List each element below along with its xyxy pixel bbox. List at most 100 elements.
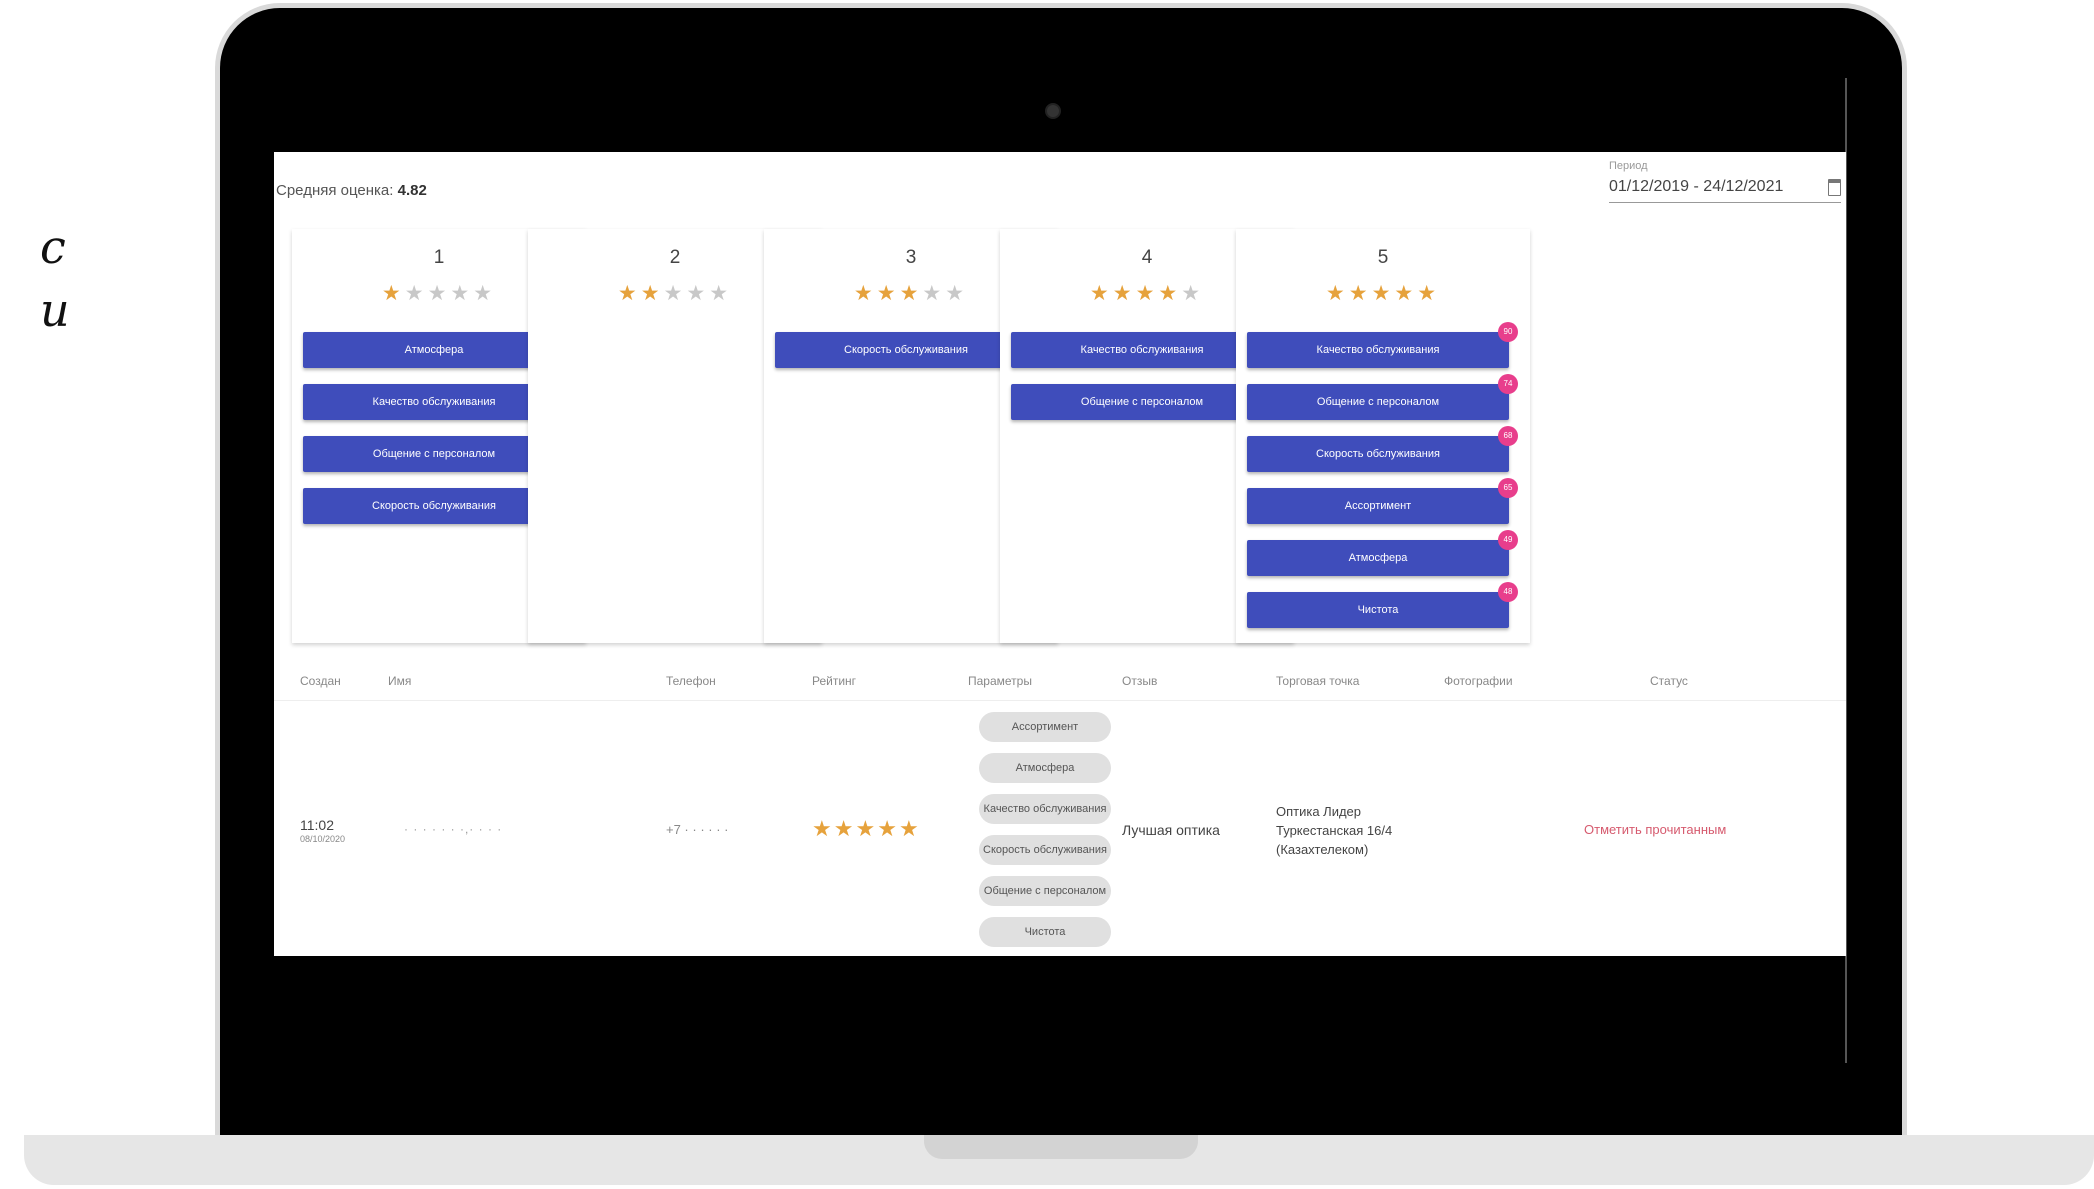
app-screen: Средняя оценка: 4.82 Период 01/12/2019 -… bbox=[274, 152, 1846, 956]
star-icon: ★ bbox=[945, 282, 969, 305]
param-tag-label: Качество обслуживания bbox=[372, 396, 496, 408]
param-tag-button[interactable]: Атмосфера 49 bbox=[1247, 530, 1518, 576]
webcam-icon bbox=[1045, 103, 1061, 119]
star-icon: ★ bbox=[899, 282, 923, 305]
param-tag-button[interactable]: Общение с персоналом5 bbox=[1011, 374, 1282, 420]
param-tag-button[interactable]: Качество обслуживания2 bbox=[303, 374, 574, 420]
count-badge: 65 bbox=[1498, 478, 1518, 498]
row-rating-stars: ★★★★★ bbox=[812, 816, 921, 842]
star-icon: ★ bbox=[812, 816, 834, 841]
col-rating[interactable]: Рейтинг bbox=[812, 674, 856, 688]
count-badge: 74 bbox=[1498, 374, 1518, 394]
col-store[interactable]: Торговая точка bbox=[1276, 674, 1359, 688]
star-icon: ★ bbox=[686, 282, 710, 305]
param-tag-button[interactable]: Общение с персоналом2 bbox=[303, 426, 574, 472]
col-params[interactable]: Параметры bbox=[968, 674, 1032, 688]
row-params: Ассортимент Атмосфера Качество обслуживани… bbox=[979, 712, 1111, 956]
star-icon: ★ bbox=[898, 816, 921, 841]
star-icon: ★ bbox=[404, 282, 428, 305]
param-chip: Общение с персоналом bbox=[979, 876, 1111, 906]
param-tag-label: Атмосфера bbox=[1348, 552, 1408, 564]
star-icon: ★ bbox=[1348, 282, 1372, 305]
tag-list: Качество обслуживания 90 Общение с персона… bbox=[1247, 322, 1518, 644]
star-icon: ★ bbox=[663, 282, 687, 305]
store-line: (Казахтелеком) bbox=[1276, 842, 1369, 857]
count-badge: 48 bbox=[1498, 582, 1518, 602]
param-tag-label: Скорость обслуживания bbox=[844, 344, 968, 356]
col-name[interactable]: Имя bbox=[388, 674, 411, 688]
star-icon: ★ bbox=[855, 816, 878, 841]
row-date: 08/10/2020 bbox=[300, 834, 346, 844]
star-icon: ★ bbox=[473, 282, 497, 305]
param-chip: Качество обслуживания bbox=[979, 794, 1111, 824]
mark-read-link[interactable]: Отметить прочитанным bbox=[1584, 822, 1726, 837]
star-icon: ★ bbox=[1325, 282, 1349, 305]
param-tag-label: Атмосфера bbox=[404, 344, 464, 356]
table-header: Создан Имя Телефон Рейтинг Параметры Отз… bbox=[274, 662, 1846, 701]
star-icon: ★ bbox=[1371, 282, 1395, 305]
count-badge: 90 bbox=[1498, 322, 1518, 342]
param-tag-button[interactable]: Общение с персоналом 74 bbox=[1247, 374, 1518, 420]
rating-stars: ★★★★★ bbox=[1236, 281, 1530, 306]
period-picker[interactable]: Период 01/12/2019 - 24/12/2021 bbox=[1609, 160, 1841, 203]
param-tag-label: Чистота bbox=[1357, 604, 1399, 616]
tag-list: Атмосфера2 Качество обслуживания2 Общение … bbox=[303, 322, 574, 540]
tag-list: Качество обслуживания5 Общение с персонал… bbox=[1011, 322, 1282, 436]
period-field[interactable]: 01/12/2019 - 24/12/2021 bbox=[1609, 172, 1841, 203]
row-feedback: Лучшая оптика bbox=[1122, 822, 1220, 838]
star-icon: ★ bbox=[1158, 282, 1182, 305]
col-photos[interactable]: Фотографии bbox=[1444, 674, 1513, 688]
star-icon: ★ bbox=[427, 282, 451, 305]
param-tag-button[interactable]: Скорость обслуживания 68 bbox=[1247, 426, 1518, 472]
param-tag-label: Общение с персоналом bbox=[1316, 396, 1440, 408]
col-phone[interactable]: Телефон bbox=[666, 674, 716, 688]
row-time: 11:02 bbox=[300, 817, 334, 833]
period-value: 01/12/2019 - 24/12/2021 bbox=[1609, 178, 1784, 195]
param-tag-button[interactable]: Чистота 48 bbox=[1247, 582, 1518, 628]
param-tag-label: Ассортимент bbox=[1344, 500, 1412, 512]
calendar-icon[interactable] bbox=[1828, 178, 1841, 196]
star-icon: ★ bbox=[709, 282, 733, 305]
star-icon: ★ bbox=[833, 816, 856, 841]
param-chip: Скорость обслуживания bbox=[979, 835, 1111, 865]
tag-list: Скорость обслуживания2 bbox=[775, 322, 1046, 384]
store-line: Туркестанская 16/4 bbox=[1276, 823, 1393, 838]
laptop-notch bbox=[924, 1135, 1198, 1159]
param-tag-button[interactable]: Атмосфера2 bbox=[303, 322, 574, 368]
average-rating: Средняя оценка: 4.82 bbox=[276, 182, 427, 199]
star-icon: ★ bbox=[1089, 282, 1113, 305]
param-tag-label: Скорость обслуживания bbox=[1316, 448, 1440, 460]
star-icon: ★ bbox=[853, 282, 877, 305]
star-icon: ★ bbox=[450, 282, 474, 305]
param-tag-button[interactable]: Качество обслуживания5 bbox=[1011, 322, 1282, 368]
star-icon: ★ bbox=[1394, 282, 1418, 305]
param-tag-label: Качество обслуживания bbox=[1080, 344, 1204, 356]
rating-cards: 1★★★★★Атмосфера2Качество обслуживания2Об… bbox=[292, 229, 1842, 647]
rating-card-number: 5 bbox=[1377, 247, 1389, 268]
side-letter-1: с bbox=[40, 220, 66, 274]
average-rating-label: Средняя оценка: bbox=[276, 182, 394, 199]
param-tag-button[interactable]: Скорость обслуживания2 bbox=[775, 322, 1046, 368]
param-chip: Чистота bbox=[979, 917, 1111, 947]
param-tag-button[interactable]: Качество обслуживания 90 bbox=[1247, 322, 1518, 368]
col-created[interactable]: Создан bbox=[300, 674, 341, 688]
row-phone: +7 · · · · · · bbox=[666, 822, 729, 837]
param-tag-button[interactable]: Скорость обслуживания2 bbox=[303, 478, 574, 524]
star-icon: ★ bbox=[1417, 282, 1441, 305]
param-tag-label: Качество обслуживания bbox=[1316, 344, 1440, 356]
table-row[interactable]: 11:02 08/10/2020 · · · · · · ·,· · · · +… bbox=[274, 712, 1846, 956]
star-icon: ★ bbox=[1135, 282, 1159, 305]
row-name: · · · · · · ·,· · · · bbox=[404, 822, 503, 836]
star-icon: ★ bbox=[640, 282, 664, 305]
param-tag-label: Общение с персоналом bbox=[1080, 396, 1204, 408]
star-icon: ★ bbox=[1181, 282, 1205, 305]
param-chip: Ассортимент bbox=[979, 712, 1111, 742]
rating-card: 5 ★★★★★ Качество обслуживания 90 Общение с п… bbox=[1236, 229, 1530, 643]
star-icon: ★ bbox=[922, 282, 946, 305]
param-tag-button[interactable]: Ассортимент 65 bbox=[1247, 478, 1518, 524]
average-rating-value: 4.82 bbox=[397, 182, 427, 199]
param-chip: Атмосфера bbox=[979, 753, 1111, 783]
star-icon: ★ bbox=[617, 282, 641, 305]
col-status[interactable]: Статус bbox=[1650, 674, 1688, 688]
col-feedback[interactable]: Отзыв bbox=[1122, 674, 1157, 688]
